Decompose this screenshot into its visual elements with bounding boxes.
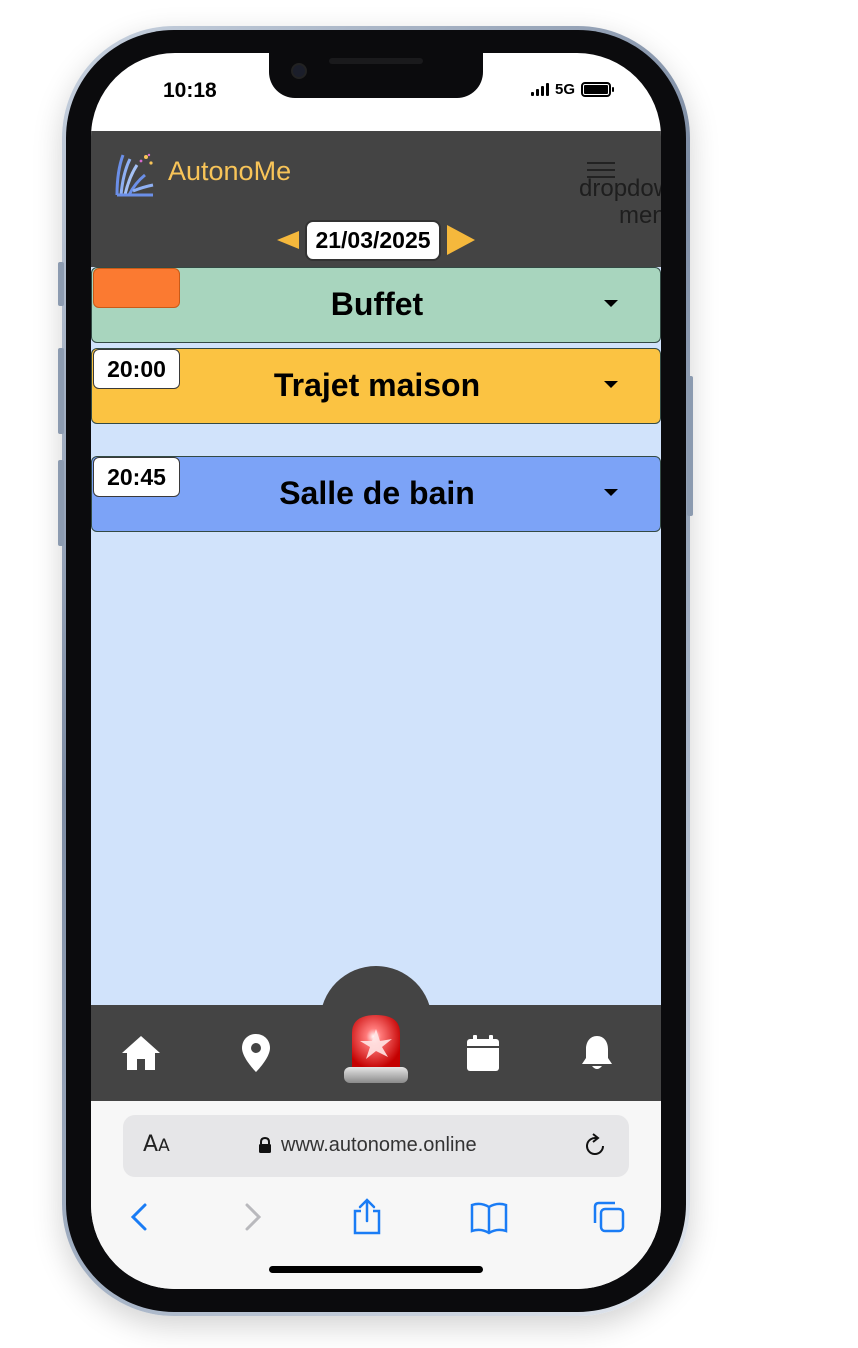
- front-camera: [291, 63, 307, 79]
- earpiece-speaker: [329, 58, 423, 64]
- volume-up-button: [58, 348, 64, 434]
- status-time: 10:18: [163, 79, 217, 102]
- alarm-siren-icon[interactable]: [340, 1011, 412, 1087]
- app-title: AutonoMe: [168, 156, 292, 186]
- event-card[interactable]: Salle de bain 20:45: [91, 456, 661, 532]
- next-day-arrow-icon[interactable]: [446, 225, 475, 255]
- back-icon[interactable]: [121, 1197, 161, 1237]
- home-indicator[interactable]: [269, 1266, 483, 1273]
- previous-day-arrow-icon[interactable]: [277, 231, 300, 249]
- signal-icon: [530, 83, 549, 96]
- url-text: www.autonome.online: [281, 1134, 477, 1156]
- reload-icon[interactable]: [581, 1132, 609, 1160]
- event-card[interactable]: Buffet: [91, 267, 661, 343]
- event-time-badge: 20:45: [93, 457, 180, 497]
- calendar-icon: [467, 1035, 499, 1071]
- status-indicators: 5G: [530, 81, 614, 98]
- phone-screen: 10:18 5G AutonoMe dropdown menu: [91, 53, 661, 1289]
- bookmarks-icon[interactable]: [469, 1197, 509, 1237]
- network-type: 5G: [554, 81, 575, 98]
- nav-notifications[interactable]: [567, 1025, 627, 1081]
- bell-icon: [582, 1036, 612, 1069]
- caret-down-icon[interactable]: [604, 489, 618, 496]
- power-button: [687, 376, 693, 516]
- volume-down-button: [58, 460, 64, 546]
- battery-icon: [581, 82, 614, 97]
- browser-toolbar: AA www.autonome.online: [91, 1101, 661, 1289]
- date-picker[interactable]: 21/03/2025: [305, 219, 441, 261]
- nav-home[interactable]: [111, 1025, 171, 1081]
- event-time-badge: [93, 268, 180, 308]
- caret-down-icon[interactable]: [604, 381, 618, 388]
- notch: [269, 53, 483, 98]
- app-header: AutonoMe dropdown menu 21/03/2025: [91, 131, 661, 267]
- text-size-button[interactable]: AA: [143, 1132, 170, 1157]
- silent-switch: [58, 262, 64, 306]
- home-icon: [122, 1036, 160, 1070]
- book-logo-icon: [115, 153, 154, 197]
- address-bar[interactable]: AA www.autonome.online: [123, 1115, 629, 1177]
- event-card[interactable]: Trajet maison 20:00: [91, 348, 661, 424]
- nav-location[interactable]: [226, 1025, 286, 1081]
- tabs-icon[interactable]: [589, 1197, 629, 1237]
- event-time-badge: 20:00: [93, 349, 180, 389]
- forward-icon[interactable]: [231, 1197, 271, 1237]
- caret-down-icon[interactable]: [604, 300, 618, 307]
- date-navigator: 21/03/2025: [91, 219, 661, 261]
- nav-calendar[interactable]: [453, 1025, 513, 1081]
- location-pin-icon: [242, 1034, 270, 1072]
- share-icon[interactable]: [347, 1197, 387, 1237]
- event-list: Buffet Trajet maison 20:00 Salle de bain…: [91, 267, 661, 1005]
- lock-icon: [259, 1137, 271, 1153]
